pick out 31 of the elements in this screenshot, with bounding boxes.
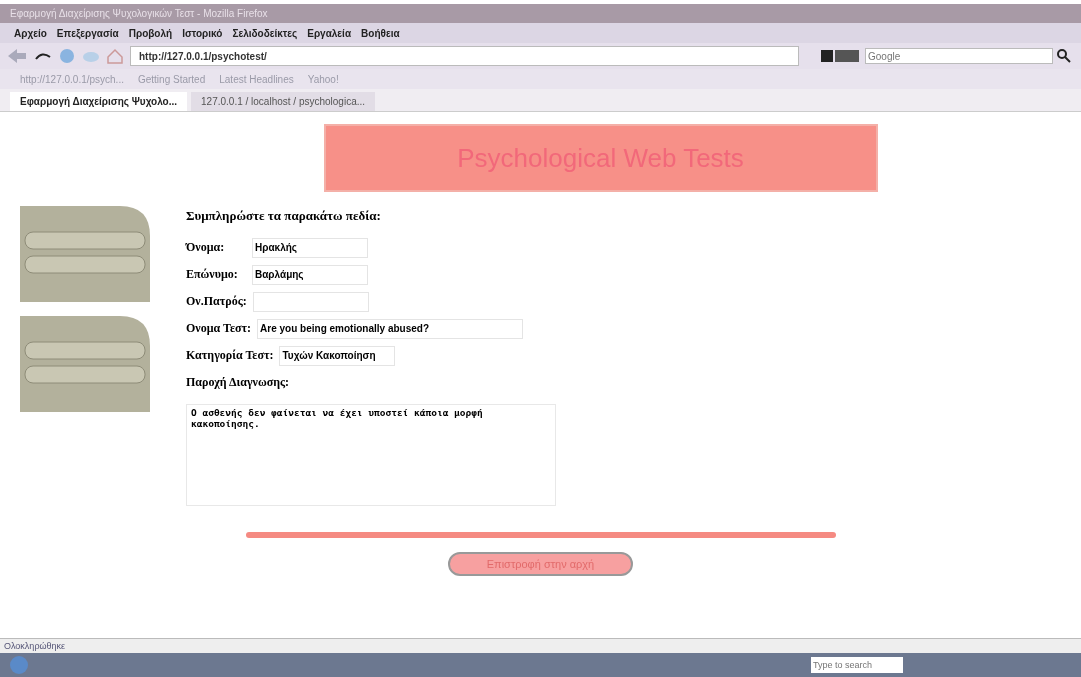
browser-tab[interactable]: Εφαρμογή Διαχείρισης Ψυχολο... [10, 92, 188, 111]
back-icon[interactable] [6, 47, 28, 65]
start-icon[interactable] [8, 655, 30, 675]
menu-item[interactable]: Αρχείο [14, 27, 47, 39]
menu-item[interactable]: Σελιδοδείκτες [232, 27, 298, 39]
address-field[interactable]: http://127.0.0.1/psychotest/ [130, 46, 799, 66]
menu-item[interactable]: Εργαλεία [307, 27, 352, 39]
field-label: Ον.Πατρός: [186, 294, 247, 309]
field-label: Παροχή Διαγνωσης: [186, 375, 291, 390]
window-title: Εφαρμογή Διαχείρισης Ψυχολογικών Τεστ - Mozilla Firefox [10, 8, 268, 19]
taskbar-search-field[interactable]: Type to search [811, 657, 903, 673]
field-label: Επώνυμο: [186, 267, 239, 282]
browser-tab[interactable]: 127.0.0.1 / localhost / psychologica... [191, 92, 376, 111]
text-field[interactable]: Ηρακλής [252, 237, 368, 258]
diagnosis-text-area[interactable]: Ο ασθενής δεν φαίνεται να έχει υποστεί κάποια μορφή κακοποίησης. [186, 404, 556, 506]
field-label: Κατηγορία Τεστ: [186, 348, 274, 363]
field-label: Όνομα: [186, 240, 226, 255]
field-label: Ονομα Τεστ: [186, 321, 252, 336]
text-field[interactable]: Βαρλάμης [252, 264, 368, 285]
menu-item[interactable]: Βοήθεια [361, 27, 400, 39]
form-heading: Συμπληρώστε τα παρακάτω πεδία: [186, 208, 382, 224]
home-icon[interactable] [106, 47, 124, 65]
search-icon[interactable] [1057, 49, 1071, 63]
text-field[interactable]: Τυχών Κακοποίηση [279, 345, 396, 366]
menu-item[interactable]: Επεξεργασία [56, 27, 119, 39]
text-field[interactable] [252, 291, 369, 312]
menu-item[interactable]: Ιστορικό [182, 27, 223, 39]
text-field[interactable]: Are you being emotionally abused? [257, 318, 524, 339]
status-text: Ολοκληρώθηκε [4, 641, 66, 651]
menu-item[interactable]: Προβολή [128, 27, 173, 39]
search-field[interactable]: Google [865, 48, 1053, 64]
